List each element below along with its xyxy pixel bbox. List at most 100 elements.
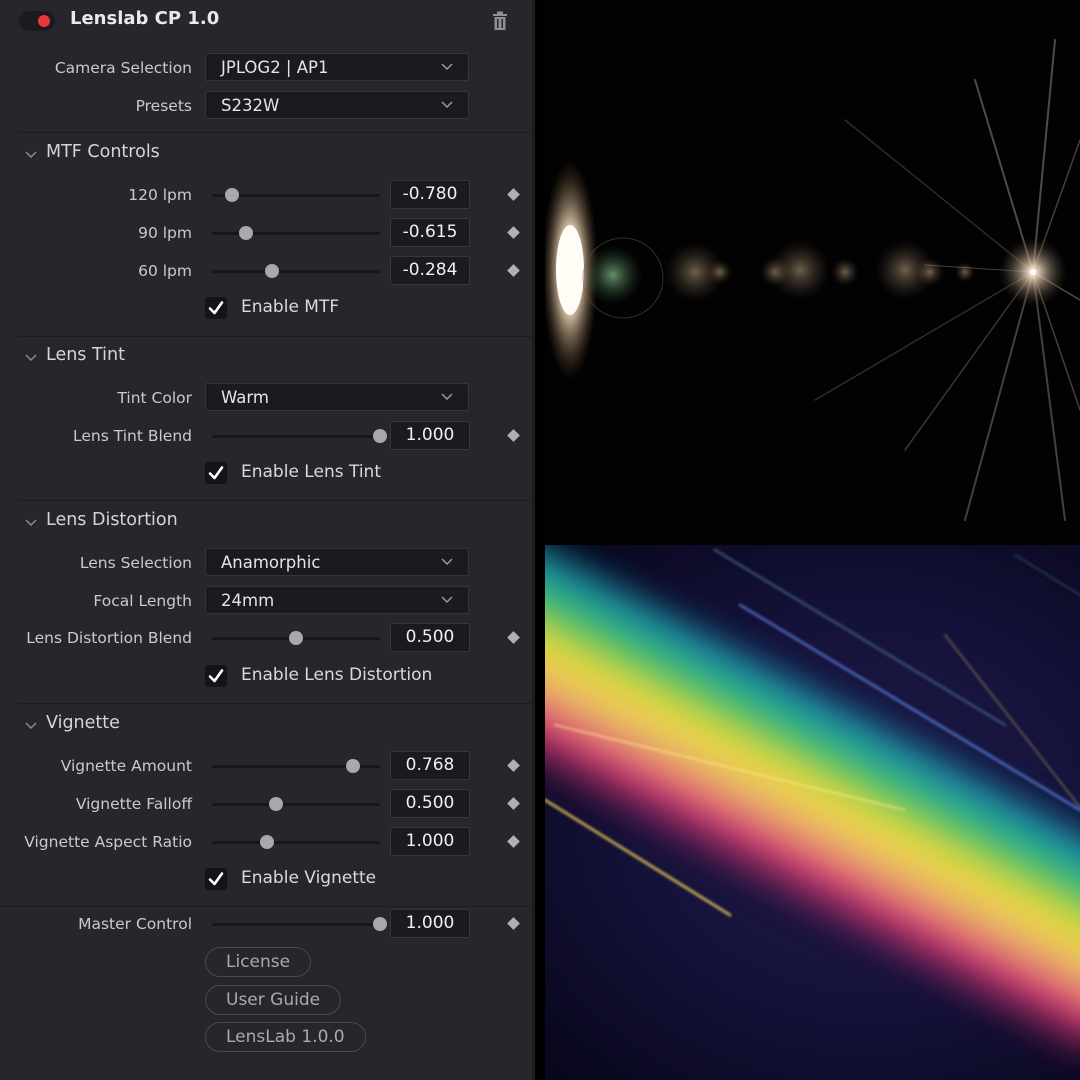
camera-selection-label: Camera Selection (54, 59, 192, 77)
tint-color-value: Warm (221, 388, 269, 407)
slider-row-90-lpm: 90 lpm -0.615 (0, 218, 532, 248)
slider-label: Vignette Amount (60, 757, 192, 775)
master-control-row: Master Control 1.000 (0, 909, 532, 939)
lens-selection-dropdown[interactable]: Anamorphic (205, 548, 469, 576)
keyframe-diamond-icon[interactable] (507, 264, 520, 277)
section-divider (18, 703, 532, 704)
slider-value-input[interactable]: -0.780 (390, 180, 470, 209)
keyframe-diamond-icon[interactable] (507, 835, 520, 848)
section-divider (18, 500, 532, 501)
section-title: MTF Controls (46, 142, 160, 162)
tint-color-dropdown[interactable]: Warm (205, 383, 469, 411)
keyframe-diamond-icon[interactable] (507, 429, 520, 442)
lens-selection-row: Lens Selection Anamorphic (0, 548, 532, 578)
enable-mtf-checkbox[interactable] (205, 297, 227, 319)
section-title: Vignette (46, 713, 120, 733)
slider-handle[interactable] (260, 835, 275, 849)
trash-icon[interactable] (492, 11, 508, 31)
keyframe-diamond-icon[interactable] (507, 797, 520, 810)
panel-title: Lenslab CP 1.0 (70, 8, 220, 29)
lens-tint-blend-row: Lens Tint Blend 1.000 (0, 421, 532, 451)
slider-value-input[interactable]: 1.000 (390, 421, 470, 450)
section-title: Lens Distortion (46, 510, 178, 530)
slider-track[interactable] (212, 803, 380, 806)
tint-color-row: Tint Color Warm (0, 383, 532, 413)
slider-track[interactable] (212, 435, 380, 438)
slider-handle[interactable] (268, 797, 283, 811)
user-guide-button[interactable]: User Guide (205, 985, 342, 1015)
slider-value-input[interactable]: -0.284 (390, 256, 470, 285)
focal-length-dropdown[interactable]: 24mm (205, 586, 469, 614)
vignette-aspect-ratio-row: Vignette Aspect Ratio 1.000 (0, 827, 532, 857)
enable-lens-distortion-label: Enable Lens Distortion (241, 665, 433, 685)
slider-label: Vignette Falloff (75, 795, 192, 813)
keyframe-diamond-icon[interactable] (507, 759, 520, 772)
section-vignette[interactable]: Vignette (0, 711, 532, 741)
panel-header: Lenslab CP 1.0 (0, 0, 532, 42)
camera-selection-row: Camera Selection JPLOG2 | AP1 (0, 53, 532, 83)
checkmark-icon (208, 301, 224, 315)
slider-track[interactable] (212, 232, 380, 235)
collapse-chevron-icon (25, 151, 37, 158)
section-divider (18, 132, 532, 133)
enable-lens-tint-row: Enable Lens Tint (0, 462, 532, 492)
rainbow-light-leak-preview-image (545, 545, 1080, 1080)
lens-selection-label: Lens Selection (79, 554, 192, 572)
license-button[interactable]: License (205, 947, 312, 977)
slider-row-60-lpm: 60 lpm -0.284 (0, 256, 532, 286)
slider-value-input[interactable]: 0.768 (390, 751, 470, 780)
checkmark-icon (208, 872, 224, 886)
slider-track[interactable] (212, 270, 380, 273)
slider-handle[interactable] (225, 188, 240, 202)
enable-vignette-checkbox[interactable] (205, 868, 227, 890)
enable-lens-distortion-checkbox[interactable] (205, 665, 227, 687)
enable-lens-tint-label: Enable Lens Tint (241, 462, 382, 482)
focal-length-label: Focal Length (93, 592, 192, 610)
camera-selection-dropdown[interactable]: JPLOG2 | AP1 (205, 53, 469, 81)
section-mtf-controls[interactable]: MTF Controls (0, 140, 532, 170)
slider-handle[interactable] (373, 429, 387, 443)
slider-handle[interactable] (238, 226, 253, 240)
keyframe-diamond-icon[interactable] (507, 226, 520, 239)
slider-value-input[interactable]: -0.615 (390, 218, 470, 247)
lens-flare-graphic (545, 39, 1080, 521)
slider-track[interactable] (212, 841, 380, 844)
presets-value: S232W (221, 96, 280, 115)
slider-value-input[interactable]: 1.000 (390, 827, 470, 856)
slider-value-input[interactable]: 1.000 (390, 909, 470, 938)
section-lens-tint[interactable]: Lens Tint (0, 343, 532, 373)
slider-label: Master Control (78, 915, 192, 933)
keyframe-diamond-icon[interactable] (507, 631, 520, 644)
enable-mtf-row: Enable MTF (0, 297, 532, 327)
effect-enable-toggle[interactable] (19, 11, 55, 31)
slider-label: Vignette Aspect Ratio (24, 833, 192, 851)
slider-handle[interactable] (289, 631, 303, 645)
section-divider (0, 906, 532, 907)
slider-value-input[interactable]: 0.500 (390, 789, 470, 818)
slider-track[interactable] (212, 923, 380, 926)
chevron-down-icon (441, 558, 453, 566)
collapse-chevron-icon (25, 519, 37, 526)
section-divider (18, 336, 532, 337)
camera-selection-value: JPLOG2 | AP1 (221, 58, 329, 77)
presets-label: Presets (135, 97, 192, 115)
keyframe-diamond-icon[interactable] (507, 188, 520, 201)
lens-distortion-blend-row: Lens Distortion Blend 0.500 (0, 623, 532, 653)
keyframe-diamond-icon[interactable] (507, 917, 520, 930)
slider-handle[interactable] (265, 264, 280, 278)
presets-dropdown[interactable]: S232W (205, 91, 469, 119)
enable-vignette-label: Enable Vignette (241, 868, 377, 888)
slider-label: 120 lpm (128, 186, 192, 204)
version-button[interactable]: LensLab 1.0.0 (205, 1022, 366, 1052)
slider-handle[interactable] (346, 759, 361, 773)
slider-handle[interactable] (373, 917, 387, 931)
vignette-amount-row: Vignette Amount 0.768 (0, 751, 532, 781)
slider-value-input[interactable]: 0.500 (390, 623, 470, 652)
section-lens-distortion[interactable]: Lens Distortion (0, 508, 532, 538)
chevron-down-icon (441, 63, 453, 71)
lens-selection-value: Anamorphic (221, 553, 321, 572)
slider-row-120-lpm: 120 lpm -0.780 (0, 180, 532, 210)
enable-lens-tint-checkbox[interactable] (205, 462, 227, 484)
checkmark-icon (208, 466, 224, 480)
lenslab-panel: Lenslab CP 1.0 Camera Selection JPLOG2 |… (0, 0, 535, 1080)
